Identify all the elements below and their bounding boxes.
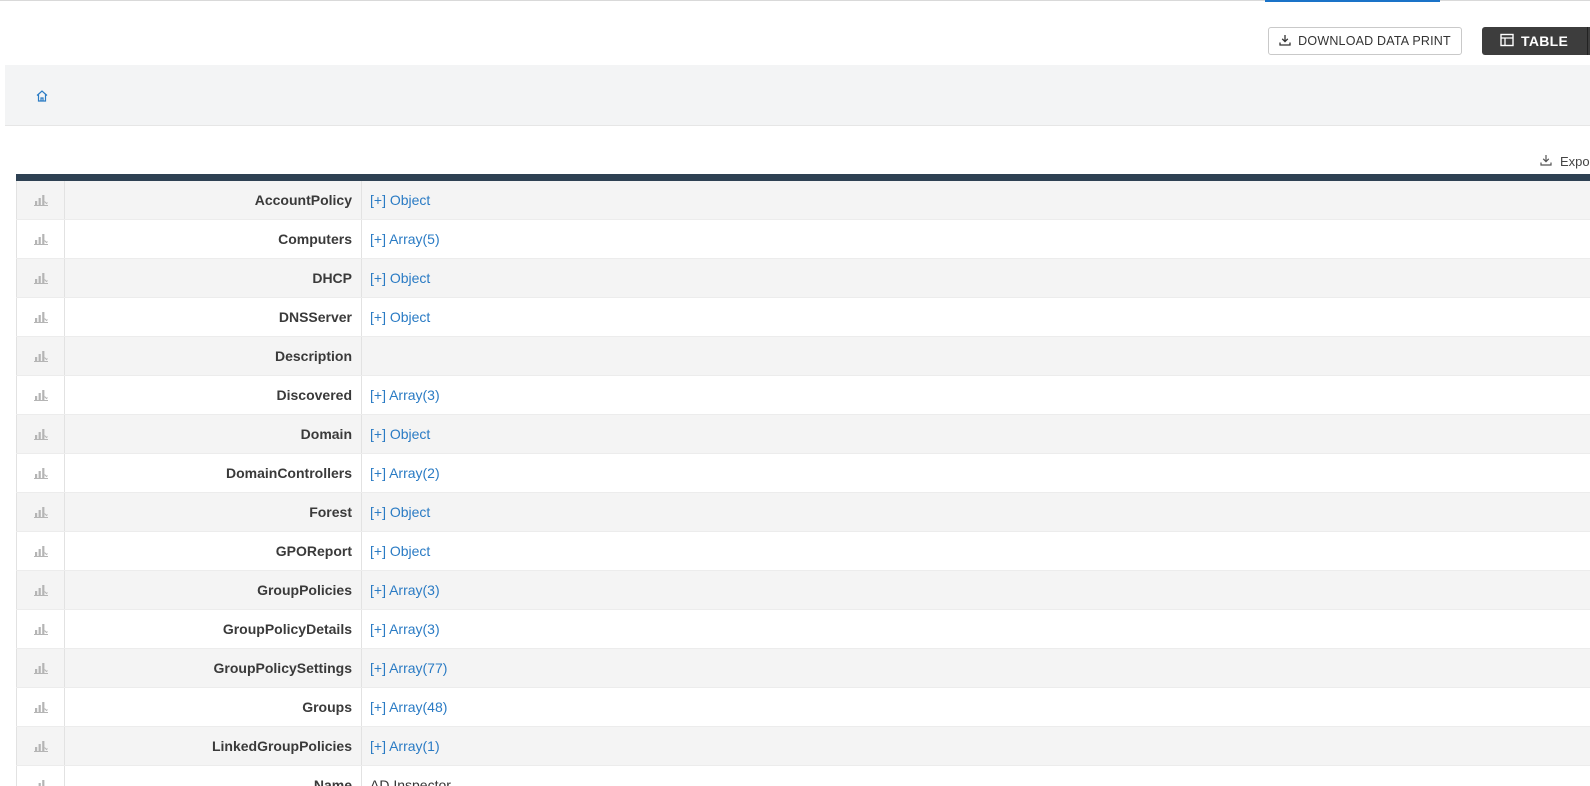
- table-row: GPOReport [+] Object: [16, 532, 1590, 571]
- table-header-bar: [16, 174, 1590, 181]
- breadcrumb: [5, 65, 1590, 126]
- expand-value-link[interactable]: [+] Array(5): [370, 231, 440, 247]
- home-icon[interactable]: [35, 89, 49, 103]
- row-key: Computers: [65, 220, 362, 258]
- row-value-cell: [362, 337, 1590, 375]
- bar-chart-icon[interactable]: [16, 649, 65, 687]
- active-tab-indicator: [1265, 0, 1440, 2]
- row-key: DHCP: [65, 259, 362, 297]
- table-row: Description: [16, 337, 1590, 376]
- bar-chart-icon[interactable]: [16, 493, 65, 531]
- expand-value-link[interactable]: [+] Array(3): [370, 387, 440, 403]
- row-key: LinkedGroupPolicies: [65, 727, 362, 765]
- row-value-cell: [+] Object: [362, 298, 1590, 336]
- table-row: DomainControllers [+] Array(2): [16, 454, 1590, 493]
- expand-value-link[interactable]: [+] Array(3): [370, 582, 440, 598]
- row-value-cell: [+] Array(77): [362, 649, 1590, 687]
- bar-chart-icon[interactable]: [16, 688, 65, 726]
- export-button[interactable]: Export: [1540, 153, 1590, 169]
- table-row: Computers [+] Array(5): [16, 220, 1590, 259]
- table-row: Groups [+] Array(48): [16, 688, 1590, 727]
- table-row: GroupPolicies [+] Array(3): [16, 571, 1590, 610]
- data-table: AccountPolicy [+] Object Computers [+] Arra…: [16, 174, 1590, 786]
- table-row: GroupPolicyDetails [+] Array(3): [16, 610, 1590, 649]
- bar-chart-icon[interactable]: [16, 298, 65, 336]
- row-value-cell: [+] Object: [362, 181, 1590, 219]
- row-key: GPOReport: [65, 532, 362, 570]
- table-row: DNSServer [+] Object: [16, 298, 1590, 337]
- table-icon: [1500, 33, 1514, 50]
- download-data-print-label: DOWNLOAD DATA PRINT: [1298, 34, 1451, 48]
- table-row: Domain [+] Object: [16, 415, 1590, 454]
- row-value-cell: [+] Object: [362, 493, 1590, 531]
- button-separator: [1587, 27, 1588, 55]
- row-value-cell: [+] Array(3): [362, 610, 1590, 648]
- row-key: Description: [65, 337, 362, 375]
- bar-chart-icon[interactable]: [16, 454, 65, 492]
- bar-chart-icon[interactable]: [16, 415, 65, 453]
- row-key: DNSServer: [65, 298, 362, 336]
- row-key: Forest: [65, 493, 362, 531]
- expand-value-link[interactable]: [+] Array(2): [370, 465, 440, 481]
- bar-chart-icon[interactable]: [16, 376, 65, 414]
- bar-chart-icon[interactable]: [16, 727, 65, 765]
- row-key: Groups: [65, 688, 362, 726]
- row-key: AccountPolicy: [65, 181, 362, 219]
- row-key: Discovered: [65, 376, 362, 414]
- expand-value-link[interactable]: [+] Object: [370, 504, 430, 520]
- table-view-label: TABLE: [1521, 33, 1569, 49]
- export-label: Export: [1560, 153, 1590, 169]
- expand-value-link[interactable]: [+] Array(48): [370, 699, 447, 715]
- row-value-cell: [+] Object: [362, 415, 1590, 453]
- row-key: GroupPolicies: [65, 571, 362, 609]
- table-row: AccountPolicy [+] Object: [16, 181, 1590, 220]
- row-value-cell: [+] Array(2): [362, 454, 1590, 492]
- table-row: DHCP [+] Object: [16, 259, 1590, 298]
- export-icon: [1540, 154, 1552, 169]
- download-data-print-button[interactable]: DOWNLOAD DATA PRINT: [1268, 27, 1462, 55]
- bar-chart-icon[interactable]: [16, 571, 65, 609]
- bar-chart-icon[interactable]: [16, 766, 65, 786]
- expand-value-link[interactable]: [+] Array(1): [370, 738, 440, 754]
- table-row: Discovered [+] Array(3): [16, 376, 1590, 415]
- row-value-cell: AD Inspector: [362, 766, 1590, 786]
- expand-value-link[interactable]: [+] Object: [370, 192, 430, 208]
- table-view-button[interactable]: TABLE: [1482, 27, 1590, 55]
- table-row: GroupPolicySettings [+] Array(77): [16, 649, 1590, 688]
- row-value: AD Inspector: [370, 777, 451, 786]
- expand-value-link[interactable]: [+] Object: [370, 426, 430, 442]
- bar-chart-icon[interactable]: [16, 181, 65, 219]
- expand-value-link[interactable]: [+] Object: [370, 309, 430, 325]
- download-icon: [1279, 34, 1291, 49]
- row-value-cell: [+] Array(1): [362, 727, 1590, 765]
- row-value-cell: [+] Array(3): [362, 376, 1590, 414]
- row-value-cell: [+] Object: [362, 532, 1590, 570]
- table-row: Name AD Inspector: [16, 766, 1590, 786]
- row-value-cell: [+] Array(3): [362, 571, 1590, 609]
- bar-chart-icon[interactable]: [16, 220, 65, 258]
- row-value-cell: [+] Array(48): [362, 688, 1590, 726]
- expand-value-link[interactable]: [+] Object: [370, 270, 430, 286]
- row-key: GroupPolicySettings: [65, 649, 362, 687]
- row-key: Domain: [65, 415, 362, 453]
- row-value-cell: [+] Object: [362, 259, 1590, 297]
- expand-value-link[interactable]: [+] Object: [370, 543, 430, 559]
- table-row: Forest [+] Object: [16, 493, 1590, 532]
- expand-value-link[interactable]: [+] Array(77): [370, 660, 447, 676]
- expand-value-link[interactable]: [+] Array(3): [370, 621, 440, 637]
- row-value-cell: [+] Array(5): [362, 220, 1590, 258]
- row-key: DomainControllers: [65, 454, 362, 492]
- table-body: AccountPolicy [+] Object Computers [+] Arra…: [16, 181, 1590, 786]
- bar-chart-icon[interactable]: [16, 337, 65, 375]
- bar-chart-icon[interactable]: [16, 259, 65, 297]
- row-key: Name: [65, 766, 362, 786]
- bar-chart-icon[interactable]: [16, 532, 65, 570]
- table-row: LinkedGroupPolicies [+] Array(1): [16, 727, 1590, 766]
- row-key: GroupPolicyDetails: [65, 610, 362, 648]
- bar-chart-icon[interactable]: [16, 610, 65, 648]
